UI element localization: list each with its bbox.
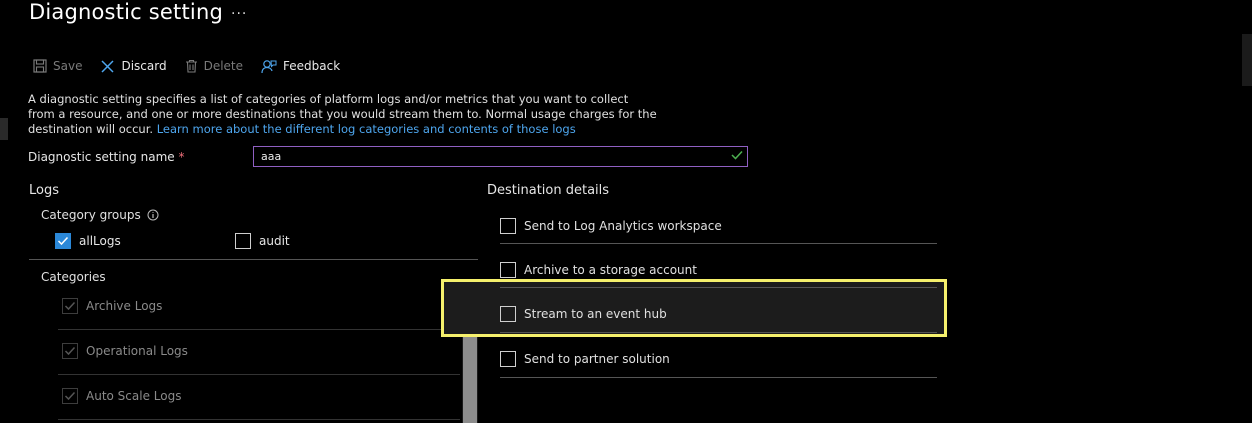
- alllogs-checkbox[interactable]: [55, 233, 71, 249]
- archive-logs-label: Archive Logs: [86, 299, 163, 313]
- event-hub-label: Stream to an event hub: [524, 307, 667, 321]
- categories-heading: Categories: [41, 270, 106, 284]
- setting-name-input[interactable]: [253, 146, 748, 167]
- archive-logs-checkbox: [62, 298, 78, 314]
- left-rail: [0, 0, 10, 423]
- alllogs-label: allLogs: [79, 234, 121, 248]
- setting-name-label-text: Diagnostic setting name: [28, 150, 175, 164]
- category-divider: [58, 419, 460, 420]
- logs-heading: Logs: [29, 183, 59, 198]
- valid-check-icon: [731, 150, 743, 160]
- close-icon: [101, 59, 114, 73]
- trash-icon: [185, 59, 197, 73]
- more-options-icon[interactable]: ···: [231, 6, 247, 22]
- storage-label: Archive to a storage account: [524, 263, 697, 277]
- category-divider: [58, 329, 460, 330]
- operational-logs-label: Operational Logs: [86, 344, 188, 358]
- page-scrollbar[interactable]: [1242, 34, 1252, 86]
- auto-scale-logs-checkbox: [62, 388, 78, 404]
- category-archive-logs: Archive Logs: [62, 298, 162, 314]
- save-label: Save: [53, 59, 83, 73]
- storage-checkbox[interactable]: [500, 262, 516, 278]
- operational-logs-checkbox: [62, 343, 78, 359]
- dest-divider: [500, 377, 937, 378]
- learn-more-link[interactable]: Learn more about the different log categ…: [157, 122, 576, 136]
- category-operational-logs: Operational Logs: [62, 343, 188, 359]
- dest-storage-option[interactable]: Archive to a storage account: [500, 262, 697, 278]
- dest-log-analytics-option[interactable]: Send to Log Analytics workspace: [500, 218, 722, 234]
- category-auto-scale-logs: Auto Scale Logs: [62, 388, 181, 404]
- dest-divider: [500, 243, 937, 244]
- feedback-label: Feedback: [283, 59, 341, 73]
- category-groups-text: Category groups: [41, 208, 141, 222]
- partner-label: Send to partner solution: [524, 352, 670, 366]
- logs-divider: [29, 259, 478, 260]
- log-analytics-label: Send to Log Analytics workspace: [524, 219, 722, 233]
- category-groups-label: Category groups: [41, 208, 159, 222]
- page-title: Diagnostic setting: [29, 0, 223, 24]
- info-icon[interactable]: [147, 209, 159, 221]
- log-analytics-checkbox[interactable]: [500, 218, 516, 234]
- required-mark: *: [178, 150, 185, 164]
- discard-label: Discard: [121, 59, 167, 73]
- partner-checkbox[interactable]: [500, 351, 516, 367]
- checkmark-icon: [64, 301, 76, 311]
- feedback-icon: [261, 59, 277, 73]
- group-alllogs-option[interactable]: allLogs: [55, 233, 121, 249]
- rail-notch: [0, 118, 8, 140]
- auto-scale-logs-label: Auto Scale Logs: [86, 389, 182, 403]
- dest-divider: [500, 332, 937, 333]
- feedback-button[interactable]: Feedback: [261, 59, 340, 74]
- discard-button[interactable]: Discard: [100, 59, 167, 74]
- checkmark-icon: [64, 346, 76, 356]
- audit-checkbox[interactable]: [235, 233, 251, 249]
- delete-label: Delete: [203, 59, 244, 73]
- dest-event-hub-option[interactable]: Stream to an event hub: [500, 306, 667, 322]
- delete-button[interactable]: Delete: [185, 59, 243, 73]
- dest-divider: [500, 287, 937, 288]
- setting-name-label: Diagnostic setting name *: [28, 150, 184, 164]
- event-hub-checkbox[interactable]: [500, 306, 516, 322]
- dest-partner-option[interactable]: Send to partner solution: [500, 351, 670, 367]
- description-text: A diagnostic setting specifies a list of…: [28, 92, 658, 137]
- checkmark-icon: [57, 236, 69, 246]
- checkmark-icon: [64, 391, 76, 401]
- save-icon: [33, 59, 47, 73]
- category-divider: [58, 374, 460, 375]
- command-bar: Save Discard Delete Feedback: [33, 56, 358, 76]
- destination-heading: Destination details: [487, 183, 610, 198]
- audit-label: audit: [259, 234, 290, 248]
- group-audit-option[interactable]: audit: [235, 233, 290, 249]
- save-button[interactable]: Save: [33, 59, 82, 73]
